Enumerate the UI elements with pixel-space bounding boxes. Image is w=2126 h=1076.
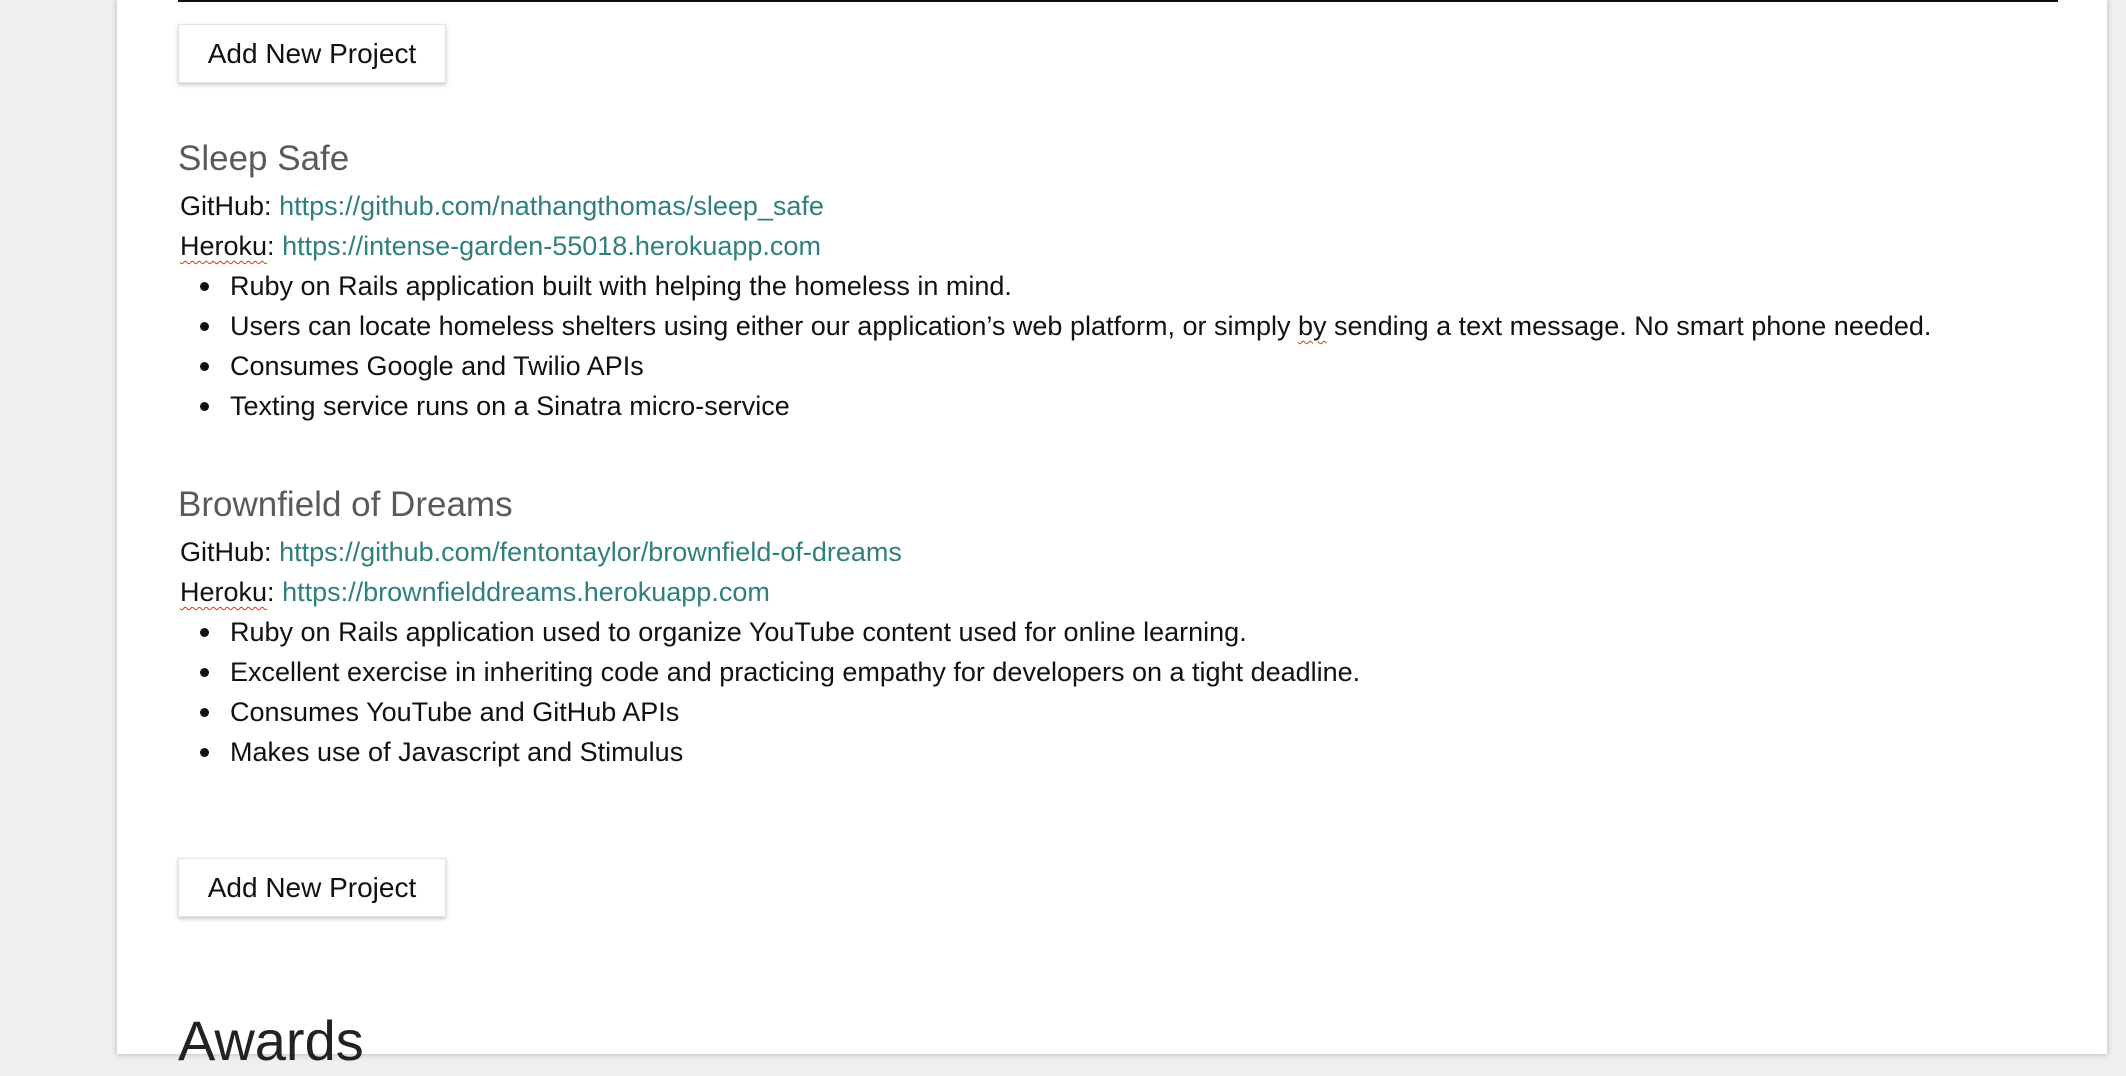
misspelled-word: by (1298, 311, 1327, 341)
github-line: GitHub: https://github.com/fentontaylor/… (178, 532, 2058, 572)
heroku-line: Heroku: https://brownfielddreams.herokua… (178, 572, 2058, 612)
list-item: Makes use of Javascript and Stimulus (200, 732, 2058, 772)
project-sleep-safe: Sleep Safe GitHub: https://github.com/na… (178, 132, 2058, 426)
list-item: Ruby on Rails application used to organi… (200, 612, 2058, 652)
resume-page: Add New Project Sleep Safe GitHub: https… (117, 0, 2107, 1072)
list-item: Excellent exercise in inheriting code an… (200, 652, 2058, 692)
project-title: Sleep Safe (178, 139, 350, 178)
section-divider (178, 0, 2058, 2)
list-item: Users can locate homeless shelters using… (200, 306, 2058, 346)
project-title: Brownfield of Dreams (178, 485, 513, 524)
list-item: Ruby on Rails application built with hel… (200, 266, 2058, 306)
heroku-label: Heroku (180, 231, 268, 261)
project-bullets: Ruby on Rails application used to organi… (178, 612, 2058, 772)
add-new-project-button-bottom[interactable]: Add New Project (178, 858, 446, 917)
list-item-text: Users can locate homeless shelters using… (230, 311, 1298, 341)
heroku-link[interactable]: https://brownfielddreams.herokuapp.com (282, 577, 770, 607)
list-item-text-tail: sending a text message. No smart phone n… (1326, 311, 1932, 341)
heroku-colon: : (267, 577, 275, 607)
awards-heading: Awards (178, 1009, 364, 1072)
github-link[interactable]: https://github.com/fentontaylor/brownfie… (279, 537, 902, 567)
heroku-label: Heroku (180, 577, 268, 607)
github-line: GitHub: https://github.com/nathangthomas… (178, 186, 2058, 226)
github-label: GitHub: (180, 537, 272, 567)
github-label: GitHub: (180, 191, 272, 221)
list-item: Consumes YouTube and GitHub APIs (200, 692, 2058, 732)
project-brownfield-of-dreams: Brownfield of Dreams GitHub: https://git… (178, 478, 2058, 772)
add-new-project-button-top[interactable]: Add New Project (178, 24, 446, 83)
heroku-line: Heroku: https://intense-garden-55018.her… (178, 226, 2058, 266)
project-bullets: Ruby on Rails application built with hel… (178, 266, 2058, 426)
github-link[interactable]: https://github.com/nathangthomas/sleep_s… (279, 191, 824, 221)
list-item: Consumes Google and Twilio APIs (200, 346, 2058, 386)
heroku-link[interactable]: https://intense-garden-55018.herokuapp.c… (282, 231, 821, 261)
list-item: Texting service runs on a Sinatra micro-… (200, 386, 2058, 426)
heroku-colon: : (267, 231, 275, 261)
